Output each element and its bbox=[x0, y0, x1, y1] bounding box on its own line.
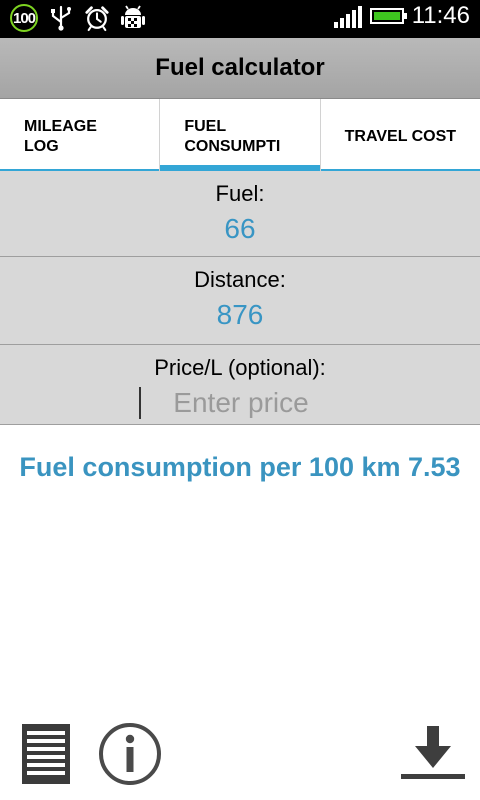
list-icon[interactable] bbox=[20, 722, 72, 786]
signal-strength-icon bbox=[333, 4, 362, 28]
price-label: Price/L (optional): bbox=[154, 355, 326, 380]
notification-icons: 100 bbox=[10, 4, 146, 32]
tab-mileage-log[interactable]: MILEAGE LOG bbox=[0, 99, 160, 171]
distance-label: Distance: bbox=[194, 267, 286, 292]
tab-bar: MILEAGE LOG FUEL CONSUMPTI TRAVEL COST bbox=[0, 99, 480, 171]
fuel-label: Fuel: bbox=[215, 181, 265, 206]
download-icon[interactable] bbox=[398, 722, 468, 784]
tab-travel-cost[interactable]: TRAVEL COST bbox=[319, 99, 480, 171]
battery-icon bbox=[369, 8, 407, 24]
info-icon[interactable] bbox=[98, 722, 162, 786]
status-bar: 100 11:46 bbox=[0, 0, 480, 38]
consumption-result: Fuel consumption per 100 km 7.53 bbox=[19, 452, 461, 482]
distance-value[interactable]: 876 bbox=[0, 299, 480, 331]
status-clock: 11:46 bbox=[411, 2, 470, 29]
tab-fuel-consumption[interactable]: FUEL CONSUMPTI bbox=[159, 99, 320, 171]
battery-fill bbox=[373, 12, 400, 20]
tab-label: MILEAGE LOG bbox=[24, 118, 97, 155]
price-input[interactable] bbox=[139, 387, 341, 419]
fuel-value[interactable]: 66 bbox=[0, 213, 480, 245]
android-debug-icon bbox=[121, 5, 145, 28]
distance-field-row[interactable]: Distance: 876 bbox=[0, 257, 480, 345]
tab-label: TRAVEL COST bbox=[344, 128, 457, 145]
notification-badge: 100 bbox=[10, 4, 38, 32]
app-title: Fuel calculator bbox=[155, 54, 325, 81]
price-field-row[interactable]: Price/L (optional): bbox=[0, 345, 480, 425]
fuel-field-row[interactable]: Fuel: 66 bbox=[0, 171, 480, 257]
tab-label: FUEL CONSUMPTI bbox=[184, 118, 281, 155]
usb-icon bbox=[51, 5, 71, 31]
alarm-clock-icon bbox=[85, 6, 109, 32]
app-title-bar: Fuel calculator bbox=[0, 38, 480, 99]
system-status: 11:46 bbox=[333, 2, 470, 30]
